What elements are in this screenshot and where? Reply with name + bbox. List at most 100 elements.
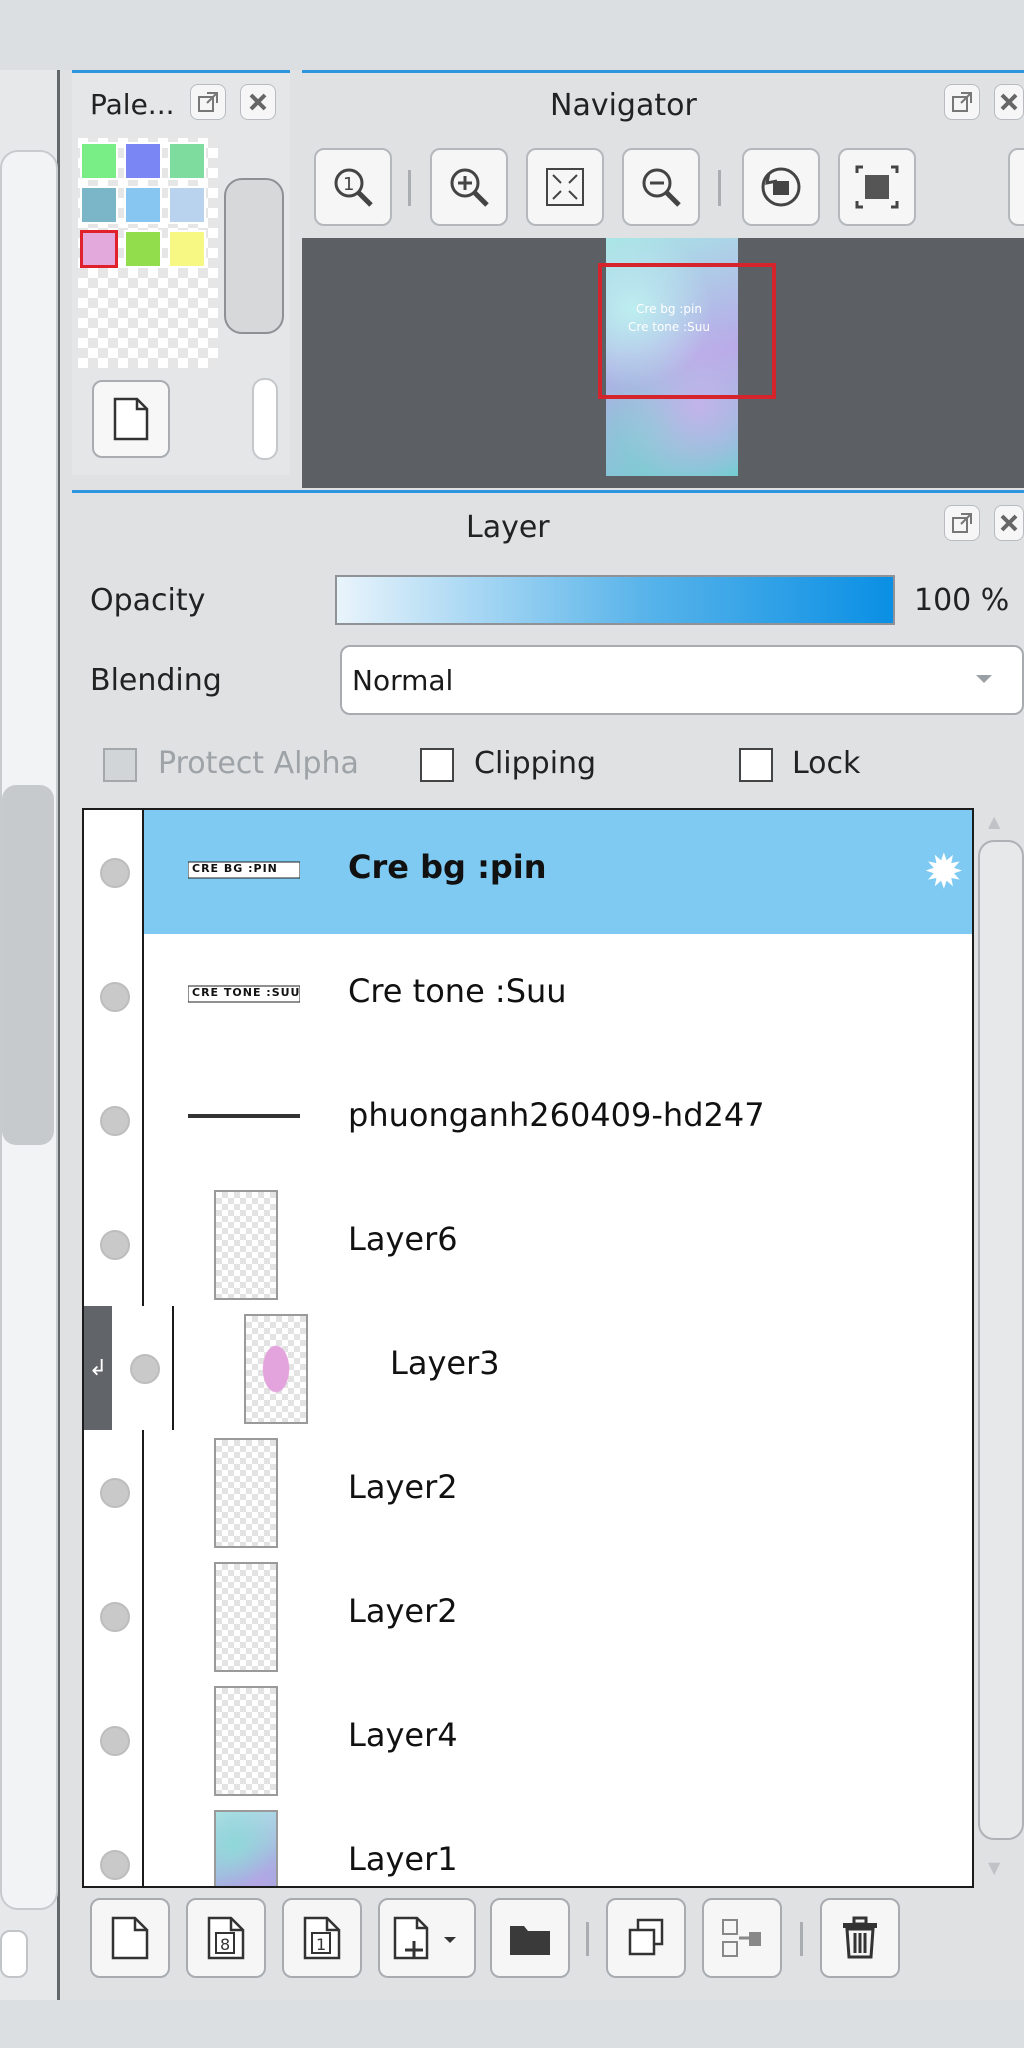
fit-window-button[interactable] — [838, 148, 916, 226]
layer-row[interactable]: Layer2 — [84, 1430, 972, 1556]
layer-row[interactable]: Layer2 — [84, 1554, 972, 1680]
layer-thumbnail — [214, 1810, 278, 1886]
layer-name: Layer4 — [348, 1716, 458, 1754]
visibility-toggle[interactable] — [84, 1430, 144, 1554]
duplicate-layer-button[interactable] — [606, 1898, 686, 1978]
rotate-icon — [761, 167, 801, 207]
layer-float-button[interactable] — [944, 505, 980, 541]
palette-small-scroll[interactable] — [252, 378, 278, 460]
layer-body[interactable]: Layer6 — [144, 1182, 972, 1306]
left-scrollbar-thumb[interactable] — [2, 785, 54, 1145]
layer-body[interactable]: Layer3 — [174, 1306, 972, 1430]
layer-thumbnail — [214, 1190, 278, 1300]
layer-name: Layer2 — [348, 1592, 458, 1630]
palette-swatch[interactable] — [168, 230, 206, 268]
layer-body[interactable]: Layer2 — [144, 1430, 972, 1554]
visibility-dot-icon — [100, 982, 130, 1012]
toolbar-separator — [800, 1922, 803, 1956]
visibility-toggle[interactable] — [84, 1554, 144, 1678]
rotate-button[interactable] — [742, 148, 820, 226]
top-strip — [0, 0, 1024, 70]
layer-row[interactable]: Layer4 — [84, 1678, 972, 1804]
fit-screen-button[interactable] — [526, 148, 604, 226]
new-8bit-layer-button[interactable]: 8 — [186, 1898, 266, 1978]
layer-close-button[interactable] — [994, 505, 1024, 541]
palette-swatch[interactable] — [80, 142, 118, 180]
visibility-dot-icon — [100, 1478, 130, 1508]
new-1bit-layer-button[interactable]: 1 — [282, 1898, 362, 1978]
layer-row[interactable]: Layer1 — [84, 1802, 972, 1886]
palette-close-button[interactable] — [240, 84, 276, 120]
protect-alpha-checkbox[interactable] — [103, 748, 137, 782]
palette-new-swatch-button[interactable] — [92, 380, 170, 458]
layer-row[interactable]: CRE TONE :SUU Cre tone :Suu — [84, 934, 972, 1060]
visibility-toggle[interactable] — [84, 934, 144, 1058]
navigator-close-button[interactable] — [994, 84, 1024, 120]
zoom-out-button[interactable] — [622, 148, 700, 226]
new-1bit-layer-icon: 1 — [303, 1916, 341, 1960]
blending-select[interactable]: Normal — [340, 645, 1024, 715]
visibility-toggle[interactable] — [84, 1182, 144, 1306]
layer-body[interactable]: phuonganh260409-hd247 — [144, 1058, 972, 1182]
new-8bit-layer-icon: 8 — [207, 1916, 245, 1960]
layer-name: Cre tone :Suu — [348, 972, 567, 1010]
palette-swatch[interactable] — [168, 186, 206, 224]
palette-swatch[interactable] — [80, 186, 118, 224]
layer-thumbnail: CRE BG :PIN — [187, 860, 301, 880]
close-icon — [249, 93, 267, 111]
scroll-up-icon[interactable]: ▲ — [988, 812, 1000, 831]
opacity-value: 100 % — [914, 583, 1010, 618]
palette-swatch[interactable] — [124, 186, 162, 224]
palette-float-button[interactable] — [190, 84, 226, 120]
gear-icon[interactable]: ✹ — [924, 844, 964, 900]
palette-scrollbar[interactable] — [224, 178, 284, 334]
new-layer-button[interactable] — [90, 1898, 170, 1978]
layer-name: Layer3 — [390, 1344, 500, 1382]
visibility-toggle[interactable] — [84, 810, 144, 934]
layer-list: CRE BG :PIN Cre bg :pin ✹ CRE TONE :SUU Cre … — [82, 808, 974, 1888]
svg-text:8: 8 — [220, 1935, 230, 1954]
visibility-toggle[interactable] — [84, 1058, 144, 1182]
lock-checkbox[interactable] — [739, 748, 773, 782]
visibility-toggle[interactable] — [114, 1306, 174, 1430]
visibility-toggle[interactable] — [84, 1802, 144, 1886]
palette-swatch[interactable] — [168, 142, 206, 180]
zoom-actual-button[interactable]: 1 — [314, 148, 392, 226]
zoom-out-icon — [642, 168, 681, 207]
visibility-toggle[interactable] — [84, 1678, 144, 1802]
layer-list-scrollbar[interactable] — [978, 840, 1024, 1840]
clipping-checkbox[interactable] — [420, 748, 454, 782]
new-folder-button[interactable] — [490, 1898, 570, 1978]
left-mini-box[interactable] — [0, 1930, 28, 1978]
merge-down-button[interactable] — [702, 1898, 782, 1978]
scroll-down-icon[interactable]: ▼ — [988, 1858, 1000, 1877]
add-layer-dropdown-icon — [393, 1916, 456, 1960]
zoom-in-button[interactable] — [430, 148, 508, 226]
layer-thumbnail — [214, 1562, 278, 1672]
layer-row[interactable]: phuonganh260409-hd247 — [84, 1058, 972, 1184]
layer-row[interactable]: Layer6 — [84, 1182, 972, 1308]
palette-swatch[interactable] — [124, 230, 162, 268]
add-layer-dropdown-button[interactable] — [378, 1898, 476, 1978]
visibility-dot-icon — [100, 1106, 130, 1136]
layer-thumbnail: CRE TONE :SUU — [187, 984, 301, 1004]
layer-name: Layer1 — [348, 1840, 458, 1878]
layer-body[interactable]: CRE BG :PIN Cre bg :pin ✹ — [144, 810, 972, 934]
opacity-slider[interactable] — [335, 575, 895, 625]
layer-body[interactable]: Layer2 — [144, 1554, 972, 1678]
navigator-float-button[interactable] — [944, 84, 980, 120]
layer-row[interactable]: ↲ Layer3 — [84, 1306, 972, 1432]
palette-swatch[interactable] — [124, 142, 162, 180]
palette-swatch[interactable] — [80, 230, 118, 268]
duplicate-icon — [628, 1918, 664, 1956]
visibility-dot-icon — [100, 1602, 130, 1632]
layer-body[interactable]: CRE TONE :SUU Cre tone :Suu — [144, 934, 972, 1058]
layer-body[interactable]: Layer1 — [144, 1802, 972, 1886]
delete-layer-button[interactable] — [820, 1898, 900, 1978]
float-window-icon — [952, 92, 972, 112]
layer-row[interactable]: CRE BG :PIN Cre bg :pin ✹ — [84, 810, 972, 936]
navigator-view-rect[interactable] — [598, 263, 776, 399]
bottom-strip — [0, 2000, 1024, 2048]
layer-body[interactable]: Layer4 — [144, 1678, 972, 1802]
navigator-more-button[interactable] — [1008, 148, 1024, 226]
